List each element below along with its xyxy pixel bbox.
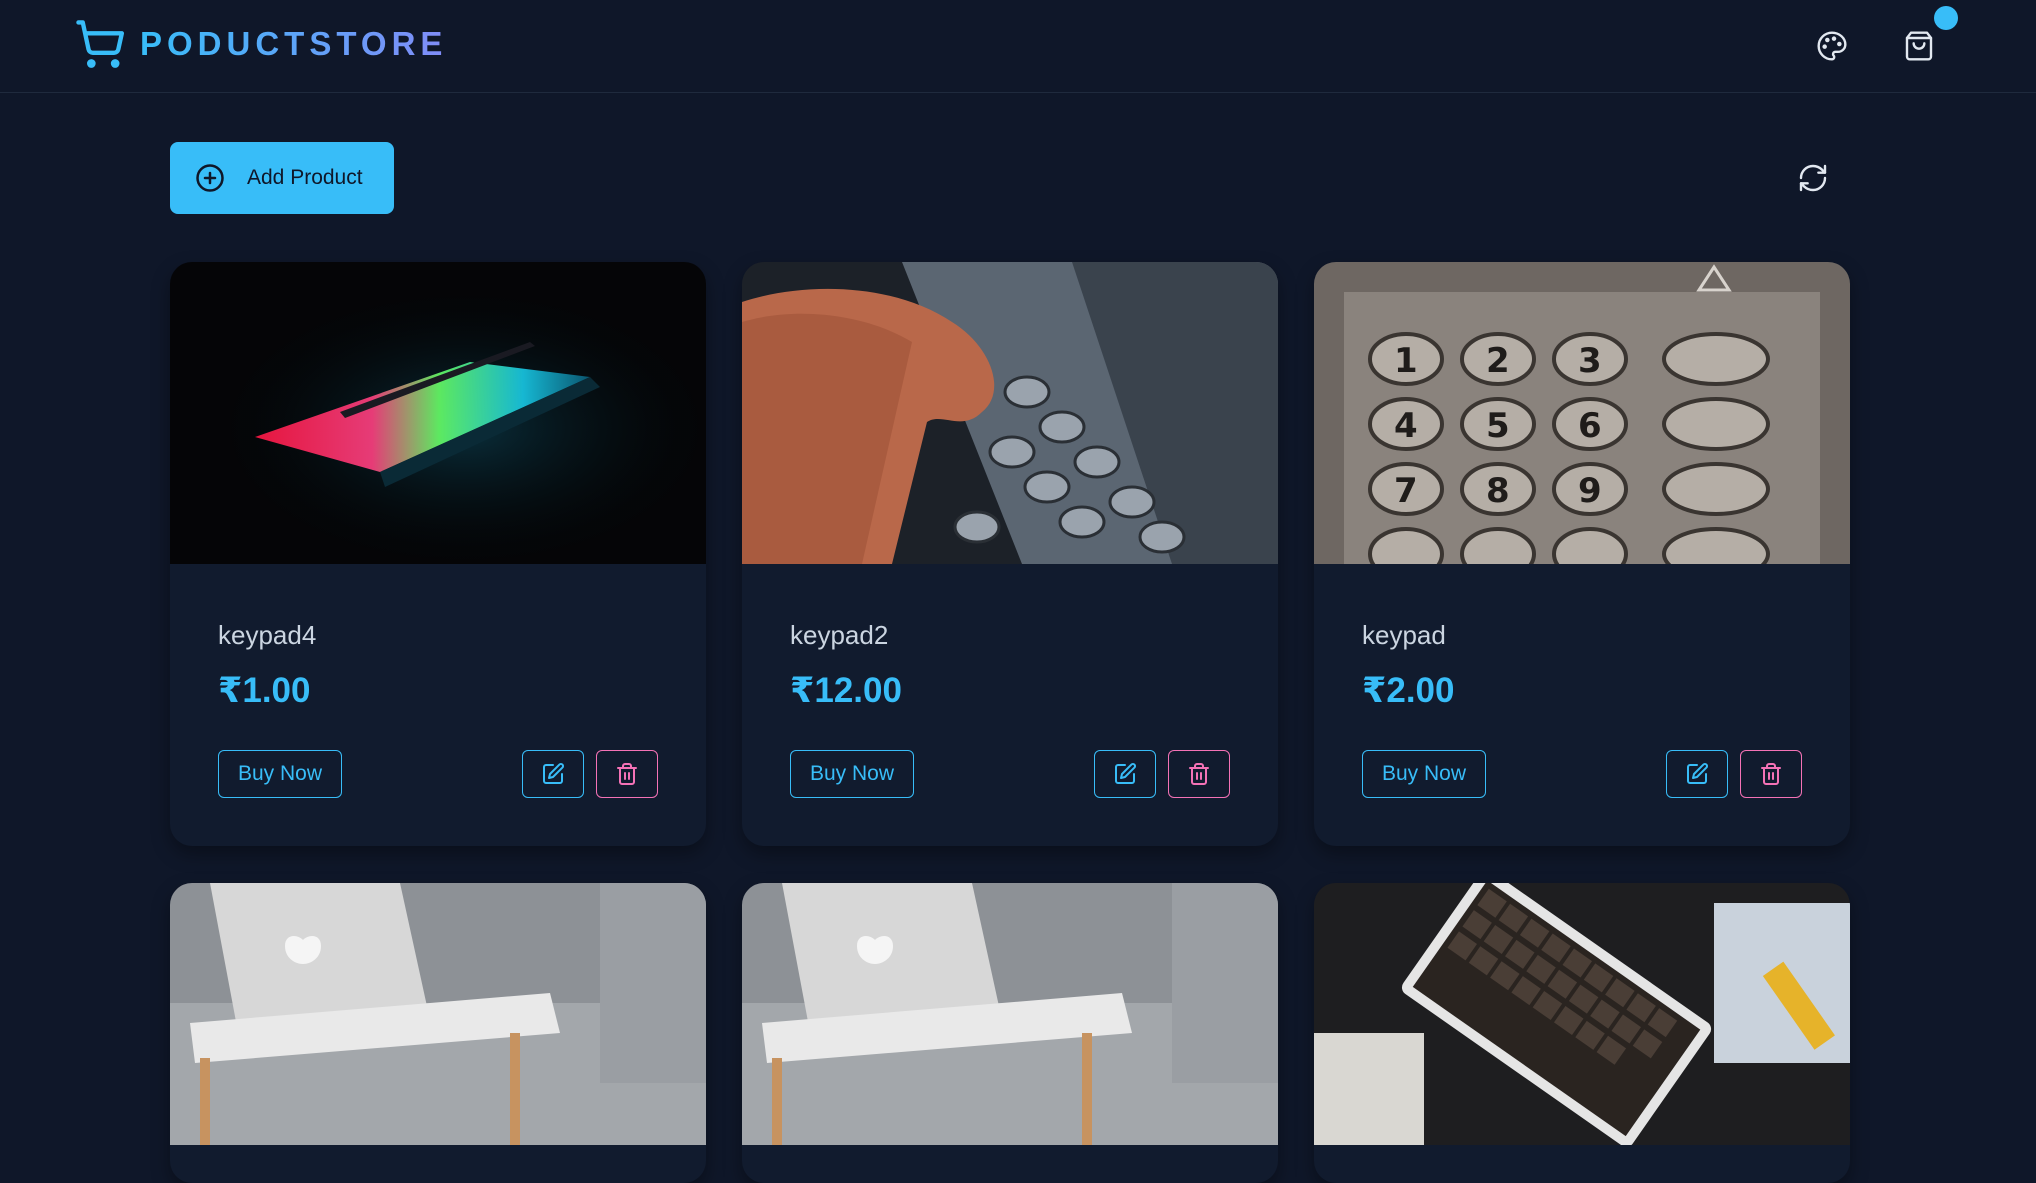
product-card	[742, 883, 1278, 1183]
product-card	[170, 883, 706, 1183]
svg-text:9: 9	[1578, 471, 1602, 511]
svg-text:4: 4	[1394, 406, 1418, 446]
buy-now-button[interactable]: Buy Now	[1362, 750, 1486, 798]
edit-button[interactable]	[1094, 750, 1156, 798]
trash-icon	[617, 763, 637, 785]
refresh-icon	[1799, 164, 1827, 192]
edit-icon	[543, 763, 564, 784]
edit-button[interactable]	[522, 750, 584, 798]
theme-button[interactable]	[1813, 27, 1851, 65]
product-card: keypad2 ₹12.00 Buy Now	[742, 262, 1278, 846]
navbar: PODUCTSTORE	[0, 0, 2036, 93]
add-product-button[interactable]: Add Product	[170, 142, 394, 214]
shopping-bag-icon	[1905, 31, 1933, 61]
svg-text:2: 2	[1486, 341, 1510, 381]
delete-button[interactable]	[596, 750, 658, 798]
product-image	[170, 262, 706, 564]
product-card: 1 2 3 4 5 6 7 8 9 keypad ₹2.00 Buy Now	[1314, 262, 1850, 846]
edit-icon	[1115, 763, 1136, 784]
product-price: ₹1.00	[218, 671, 311, 710]
add-product-label: Add Product	[247, 166, 363, 189]
cart-button[interactable]	[1900, 27, 1938, 65]
svg-text:3: 3	[1578, 341, 1602, 381]
svg-text:6: 6	[1578, 406, 1602, 446]
svg-text:5: 5	[1486, 406, 1510, 446]
product-card: keypad4 ₹1.00 Buy Now	[170, 262, 706, 846]
product-name: keypad2	[790, 620, 889, 650]
svg-text:7: 7	[1394, 471, 1418, 511]
product-image	[742, 883, 1278, 1145]
product-card	[1314, 883, 1850, 1183]
cart-badge	[1934, 6, 1958, 30]
buy-now-button[interactable]: Buy Now	[790, 750, 914, 798]
buy-now-button[interactable]: Buy Now	[218, 750, 342, 798]
brand-name: PODUCTSTORE	[140, 25, 448, 62]
refresh-button[interactable]	[1795, 160, 1831, 196]
product-image	[742, 262, 1278, 564]
trash-icon	[1761, 763, 1781, 785]
svg-text:1: 1	[1394, 341, 1418, 381]
plus-circle-icon	[196, 164, 224, 192]
product-name: keypad4	[218, 620, 317, 650]
shopping-cart-icon	[76, 20, 125, 68]
delete-button[interactable]	[1168, 750, 1230, 798]
edit-button[interactable]	[1666, 750, 1728, 798]
svg-text:8: 8	[1486, 471, 1510, 511]
brand-logo[interactable]: PODUCTSTORE	[74, 18, 447, 70]
palette-icon	[1817, 31, 1847, 61]
delete-button[interactable]	[1740, 750, 1802, 798]
product-price: ₹2.00	[1362, 671, 1455, 710]
product-image	[170, 883, 706, 1145]
edit-icon	[1687, 763, 1708, 784]
product-image	[1314, 883, 1850, 1145]
trash-icon	[1189, 763, 1209, 785]
product-image: 1 2 3 4 5 6 7 8 9	[1314, 262, 1850, 564]
product-name: keypad	[1362, 620, 1446, 650]
product-price: ₹12.00	[790, 671, 902, 710]
